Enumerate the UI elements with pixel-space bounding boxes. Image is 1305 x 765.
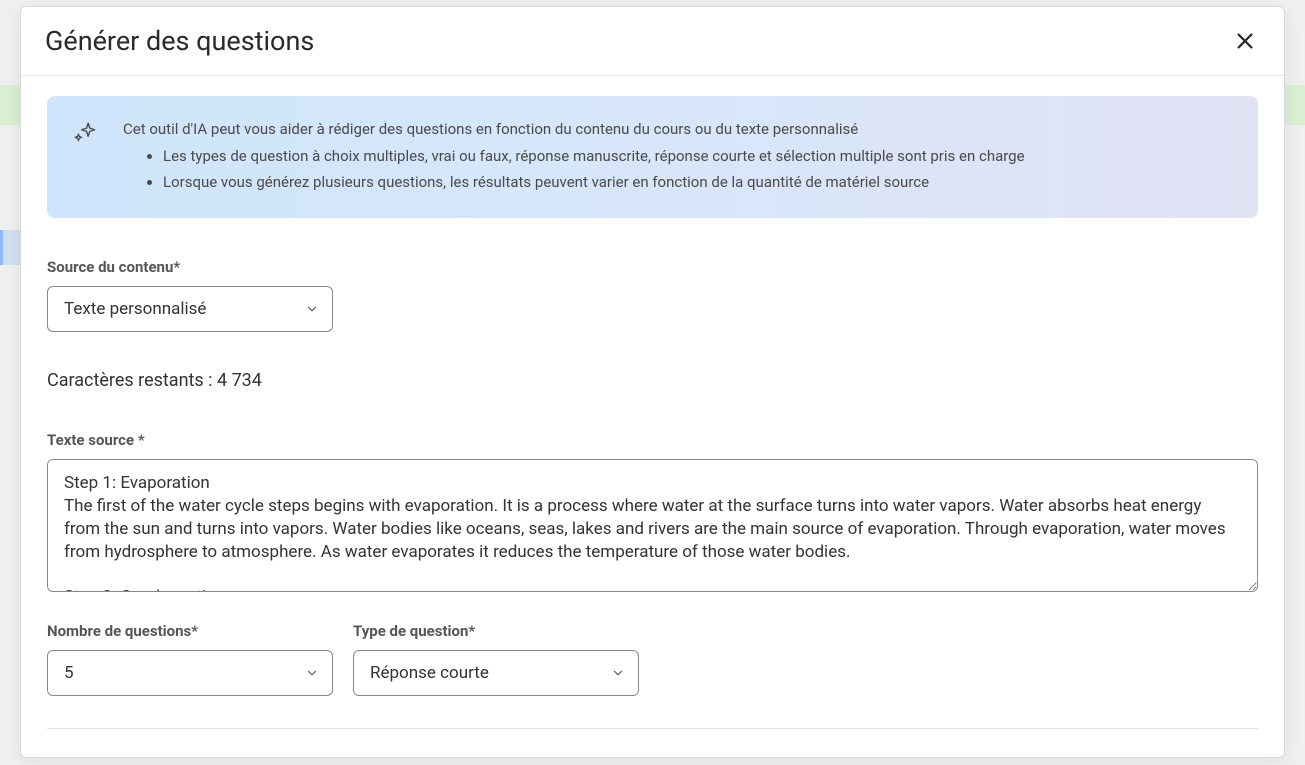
question-count-group: Nombre de questions* 5 [47, 622, 333, 696]
source-text-label: Texte source * [47, 431, 1258, 449]
spacer [47, 729, 1258, 737]
question-type-value: Réponse courte [370, 663, 489, 683]
modal-body[interactable]: Cet outil d'IA peut vous aider à rédiger… [21, 76, 1284, 757]
generate-questions-modal: Générer des questions Cet outil d'IA peu… [20, 6, 1285, 758]
question-type-label: Type de question* [353, 622, 639, 640]
banner-bullet: Les types de question à choix multiples,… [163, 145, 1025, 168]
question-count-label: Nombre de questions* [47, 622, 333, 640]
modal-title: Générer des questions [45, 25, 314, 57]
content-source-select-wrap: Texte personnalisé [47, 286, 333, 332]
sparkle-icon [73, 120, 99, 146]
ai-info-text: Cet outil d'IA peut vous aider à rédiger… [123, 118, 1025, 194]
question-count-value: 5 [64, 663, 74, 683]
background-stripe-blue [0, 230, 20, 265]
source-text-group: Texte source * [47, 431, 1258, 596]
content-source-label: Source du contenu* [47, 258, 1258, 276]
count-type-row: Nombre de questions* 5 Type de question*… [47, 622, 1258, 696]
question-type-select[interactable]: Réponse courte [353, 650, 639, 696]
modal-header: Générer des questions [21, 7, 1284, 76]
close-icon [1234, 30, 1256, 52]
question-type-group: Type de question* Réponse courte [353, 622, 639, 696]
ai-info-banner: Cet outil d'IA peut vous aider à rédiger… [47, 96, 1258, 218]
content-source-value: Texte personnalisé [64, 299, 206, 319]
content-source-group: Source du contenu* Texte personnalisé [47, 258, 1258, 332]
question-count-select-wrap: 5 [47, 650, 333, 696]
question-type-select-wrap: Réponse courte [353, 650, 639, 696]
banner-intro: Cet outil d'IA peut vous aider à rédiger… [123, 118, 1025, 141]
question-count-select[interactable]: 5 [47, 650, 333, 696]
banner-bullet: Lorsque vous générez plusieurs questions… [163, 171, 1025, 194]
source-text-input[interactable] [47, 459, 1258, 592]
close-button[interactable] [1230, 26, 1260, 56]
content-source-select[interactable]: Texte personnalisé [47, 286, 333, 332]
chars-remaining: Caractères restants : 4 734 [47, 370, 1258, 391]
